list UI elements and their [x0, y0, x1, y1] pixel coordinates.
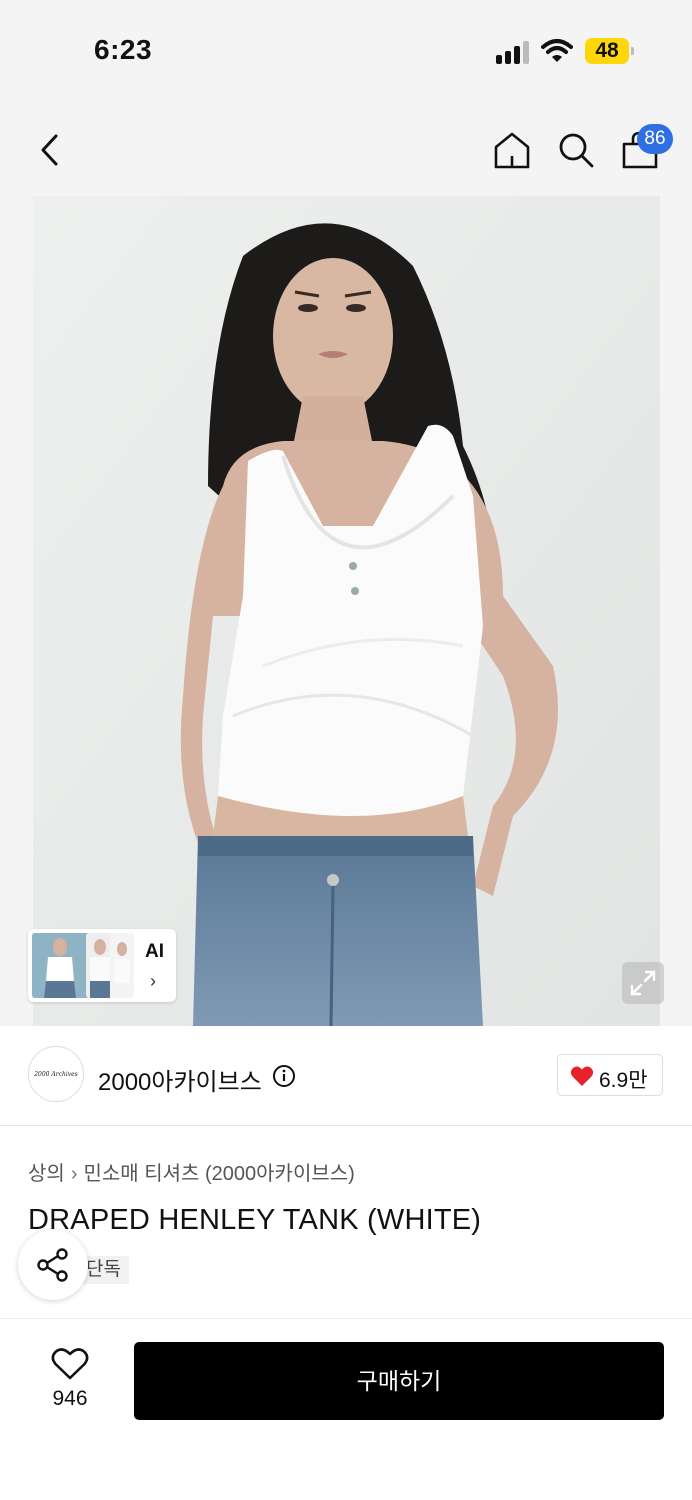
product-image-carousel[interactable] [0, 196, 692, 1026]
wifi-icon [541, 39, 573, 62]
wishlist-count: 946 [52, 1387, 88, 1410]
expand-button[interactable] [622, 962, 664, 1004]
product-page: 6:23 48 86 AI › 2000 Archives 2000아카이브스 … [0, 0, 692, 1500]
brand-like-count: 6.9만 [599, 1069, 648, 1092]
chevron-right-icon: › [70, 1163, 78, 1185]
share-button[interactable] [18, 1230, 88, 1300]
breadcrumb: 상의 › 민소매 티셔츠 (2000아카이브스) [28, 1157, 355, 1186]
thumbnail-3 [110, 933, 134, 998]
heart-filled-icon [570, 1066, 594, 1086]
expand-icon [630, 970, 656, 996]
ai-recommendation-card[interactable]: AI › [28, 929, 176, 1002]
cart-count-badge: 86 [637, 124, 673, 154]
buy-button[interactable]: 구매하기 [134, 1342, 664, 1420]
cellular-signal-icon [496, 40, 532, 64]
share-icon [37, 1248, 68, 1282]
status-bar: 6:23 48 [0, 0, 692, 100]
battery-level: 48 [595, 39, 619, 62]
model-photo-illustration [33, 196, 660, 1026]
bottom-action-bar: 946 구매하기 [0, 1318, 692, 1500]
product-photo[interactable] [33, 196, 660, 1026]
chevron-right-icon: › [150, 971, 156, 991]
info-icon[interactable] [272, 1064, 296, 1088]
search-icon[interactable] [556, 130, 596, 170]
brand-row: 2000 Archives 2000아카이브스 6.9만 [0, 1026, 692, 1126]
battery-icon: 48 [585, 38, 634, 64]
status-time: 6:23 [94, 34, 153, 65]
back-arrow-icon[interactable] [36, 128, 64, 172]
breadcrumb-item-category[interactable]: 상의 [28, 1163, 65, 1185]
heart-outline-icon[interactable] [51, 1347, 89, 1381]
brand-name[interactable]: 2000아카이브스 [98, 1062, 262, 1097]
top-nav [0, 100, 692, 196]
ai-label: AI [145, 941, 164, 962]
home-icon[interactable] [492, 130, 532, 170]
thumbnail-1 [32, 933, 90, 998]
brand-logo[interactable]: 2000 Archives [28, 1046, 84, 1102]
brand-like-button[interactable]: 6.9만 [557, 1054, 663, 1096]
breadcrumb-item-subcategory[interactable]: 민소매 티셔츠 (2000아카이브스) [83, 1163, 354, 1185]
product-title: DRAPED HENLEY TANK (WHITE) [28, 1204, 482, 1236]
